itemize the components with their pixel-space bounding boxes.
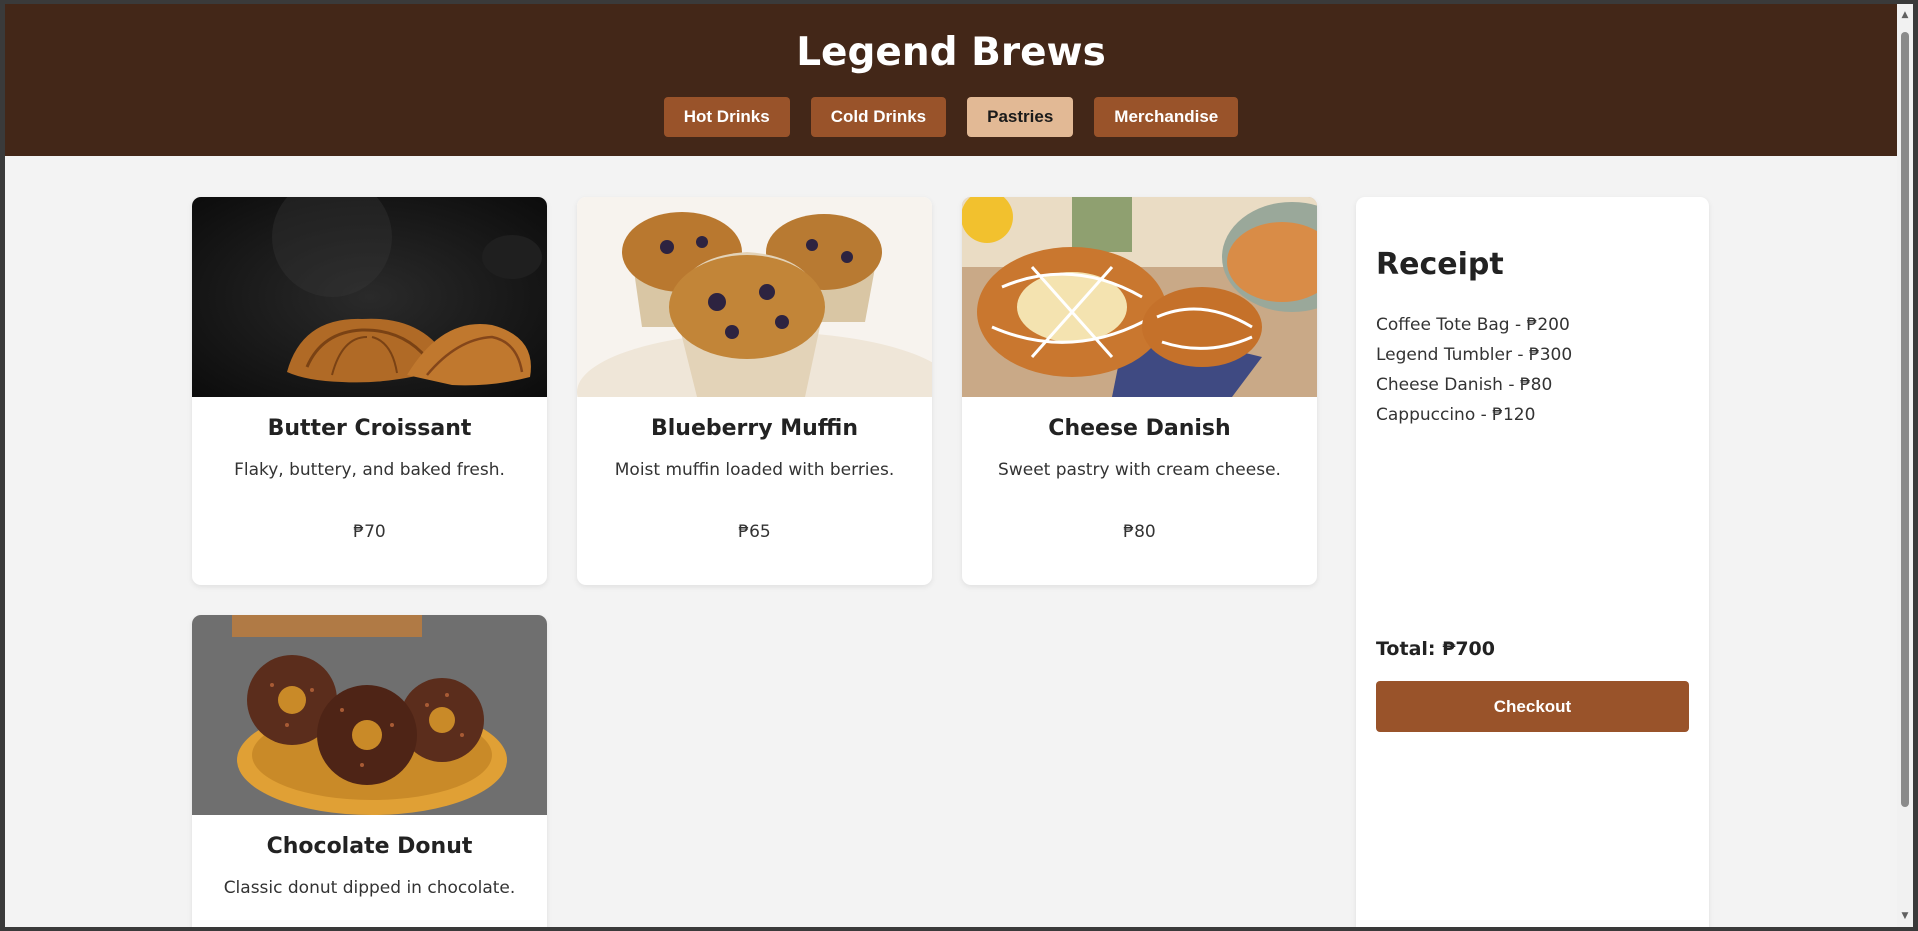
receipt-total: Total: ₱700	[1376, 638, 1496, 660]
vertical-scrollbar[interactable]: ▲ ▼	[1897, 4, 1913, 927]
receipt-item: Coffee Tote Bag - ₱200	[1376, 315, 1570, 335]
product-card-blueberry-muffin[interactable]: Blueberry Muffin Moist muffin loaded wit…	[577, 197, 932, 585]
product-description: Classic donut dipped in chocolate.	[223, 878, 516, 898]
receipt-item: Legend Tumbler - ₱300	[1376, 345, 1573, 365]
receipt-item: Cheese Danish - ₱80	[1376, 375, 1553, 395]
product-price: ₱80	[1123, 522, 1156, 542]
receipt-item: Cappuccino - ₱120	[1376, 405, 1536, 425]
product-price: ₱70	[353, 522, 386, 542]
product-card-butter-croissant[interactable]: Butter Croissant Flaky, buttery, and bak…	[192, 197, 547, 585]
product-card-cheese-danish[interactable]: Cheese Danish Sweet pastry with cream ch…	[962, 197, 1317, 585]
product-card-chocolate-donut[interactable]: Chocolate Donut Classic donut dipped in …	[192, 615, 547, 927]
product-description: Flaky, buttery, and baked fresh.	[234, 460, 505, 480]
scroll-down-arrow-icon[interactable]: ▼	[1900, 911, 1910, 921]
croissant-photo	[192, 197, 547, 397]
danish-photo	[962, 197, 1317, 397]
scroll-up-arrow-icon[interactable]: ▲	[1900, 10, 1910, 20]
product-description: Moist muffin loaded with berries.	[614, 460, 895, 480]
product-name: Butter Croissant	[267, 416, 472, 441]
site-title: Legend Brews	[796, 30, 1106, 75]
browser-viewport: Legend Brews Hot Drinks Cold Drinks Past…	[5, 4, 1897, 927]
category-nav: Hot Drinks Cold Drinks Pastries Merchand…	[5, 97, 1897, 137]
product-name: Chocolate Donut	[266, 834, 473, 859]
checkout-button[interactable]: Checkout	[1376, 681, 1689, 732]
product-name: Blueberry Muffin	[650, 416, 858, 441]
product-name: Cheese Danish	[1048, 416, 1231, 441]
site-header: Legend Brews Hot Drinks Cold Drinks Past…	[5, 4, 1897, 156]
product-price: ₱65	[738, 522, 771, 542]
tab-cold-drinks[interactable]: Cold Drinks	[810, 97, 947, 137]
tab-hot-drinks[interactable]: Hot Drinks	[663, 97, 790, 137]
donut-photo	[192, 615, 547, 815]
receipt-panel: Receipt Coffee Tote Bag - ₱200 Legend Tu…	[1356, 197, 1709, 927]
product-description: Sweet pastry with cream cheese.	[998, 460, 1281, 480]
scroll-thumb[interactable]	[1901, 32, 1909, 807]
tab-merchandise[interactable]: Merchandise	[1094, 97, 1239, 137]
receipt-item-list: Coffee Tote Bag - ₱200 Legend Tumbler - …	[1376, 310, 1572, 430]
muffin-photo	[577, 197, 932, 397]
tab-pastries[interactable]: Pastries	[967, 97, 1074, 137]
receipt-title: Receipt	[1376, 247, 1504, 282]
